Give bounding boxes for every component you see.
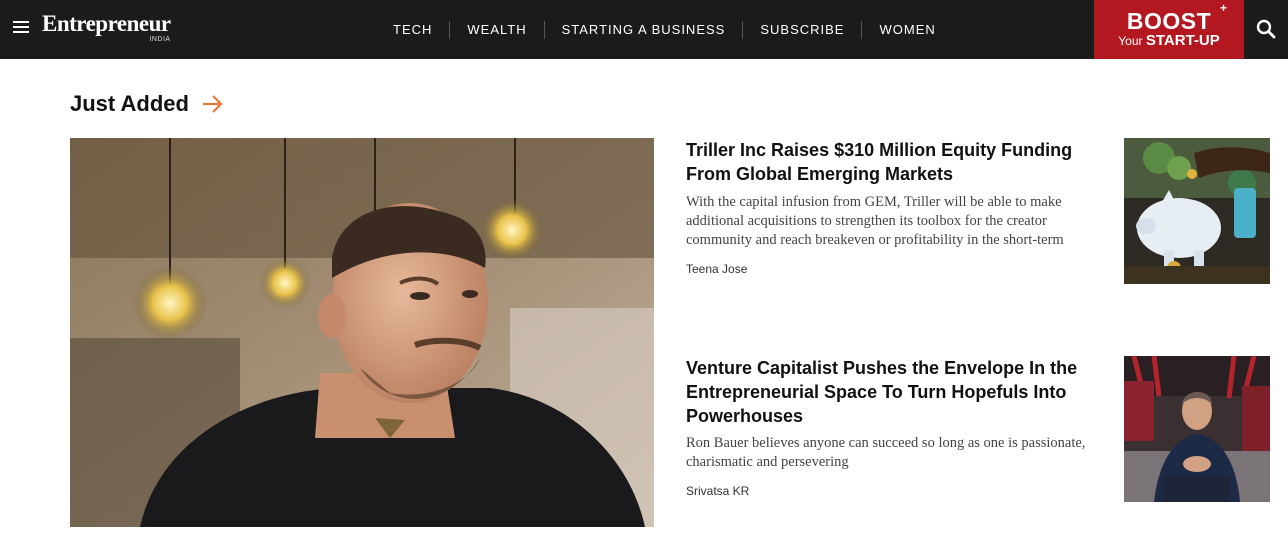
boost-startup-banner[interactable]: BOOST + Your START-UP bbox=[1094, 0, 1244, 59]
article-thumbnail-1[interactable] bbox=[1124, 138, 1270, 284]
man-on-couch-photo bbox=[1124, 356, 1270, 502]
article-author[interactable]: Teena Jose bbox=[686, 262, 1096, 276]
featured-article-image[interactable] bbox=[70, 138, 654, 527]
article-summary: With the capital infusion from GEM, Tril… bbox=[686, 194, 1064, 248]
article-summary: Ron Bauer believes anyone can succeed so… bbox=[686, 435, 1086, 470]
boost-subtitle: Your START-UP bbox=[1094, 32, 1244, 49]
boost-startup: START-UP bbox=[1145, 32, 1220, 49]
just-added-header: Just Added bbox=[70, 91, 224, 117]
menu-icon[interactable] bbox=[13, 21, 29, 33]
arrow-right-icon[interactable] bbox=[202, 94, 224, 114]
boost-plus: + bbox=[1219, 1, 1227, 15]
top-navigation-bar: Entrepreneur INDIA TECH WEALTH STARTING … bbox=[0, 0, 1288, 59]
article-thumbnail-2[interactable] bbox=[1124, 356, 1270, 502]
nav-item-starting-a-business[interactable]: STARTING A BUSINESS bbox=[545, 20, 744, 39]
search-icon[interactable] bbox=[1256, 19, 1276, 39]
nav-item-subscribe[interactable]: SUBSCRIBE bbox=[743, 20, 863, 39]
nav-item-women[interactable]: WOMEN bbox=[862, 21, 952, 39]
logo-edition: INDIA bbox=[149, 36, 171, 43]
article-card-2: Venture Capitalist Pushes the Envelope I… bbox=[686, 356, 1096, 498]
piggy-bank-photo bbox=[1124, 138, 1270, 284]
boost-your: Your bbox=[1118, 34, 1143, 48]
logo-wordmark: Entrepreneur bbox=[42, 11, 171, 36]
article-card-1: Triller Inc Raises $310 Million Equity F… bbox=[686, 138, 1096, 276]
nav-item-wealth[interactable]: WEALTH bbox=[450, 20, 545, 39]
nav-item-tech[interactable]: TECH bbox=[376, 20, 451, 39]
man-portrait-photo bbox=[70, 138, 654, 527]
article-headline[interactable]: Triller Inc Raises $310 Million Equity F… bbox=[686, 138, 1096, 186]
article-author[interactable]: Srivatsa KR bbox=[686, 484, 1096, 498]
article-headline[interactable]: Venture Capitalist Pushes the Envelope I… bbox=[686, 356, 1096, 428]
section-title: Just Added bbox=[70, 91, 189, 116]
site-logo[interactable]: Entrepreneur INDIA bbox=[42, 11, 171, 44]
main-nav: TECH WEALTH STARTING A BUSINESS SUBSCRIB… bbox=[376, 0, 953, 59]
